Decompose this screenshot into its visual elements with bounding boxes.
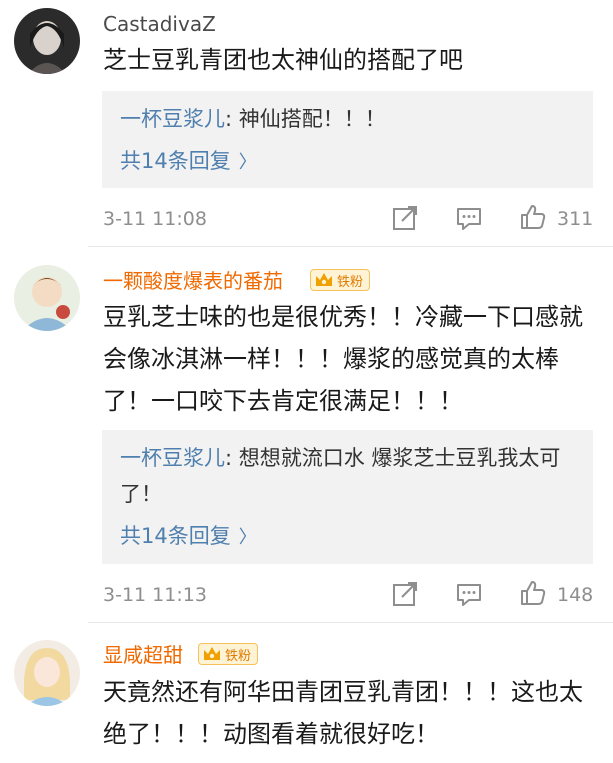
avatar-image: [14, 265, 80, 331]
crown-icon: [204, 647, 220, 660]
avatar-image: [14, 640, 80, 706]
comment-time: 3-11 11:08: [103, 208, 207, 230]
fan-badge-label: 铁粉: [337, 274, 364, 290]
comment-time: 3-11 11:13: [103, 584, 207, 606]
avatar[interactable]: [14, 265, 80, 331]
share-icon[interactable]: [391, 204, 419, 232]
reply-username[interactable]: 一杯豆浆儿: [120, 107, 225, 131]
comment-icon[interactable]: [455, 205, 483, 233]
reply-preview[interactable]: 一杯豆浆儿: 想想就流口水 爆浆芝士豆乳我太可了！ 共14条回复〉: [102, 430, 593, 564]
reply-username[interactable]: 一杯豆浆儿: [120, 446, 225, 470]
avatar-image: [14, 8, 80, 74]
view-replies-link[interactable]: 共14条回复〉: [120, 143, 575, 181]
chevron-right-icon: 〉: [238, 527, 257, 548]
thumbs-up-icon[interactable]: [519, 579, 547, 607]
chevron-right-icon: 〉: [238, 152, 257, 173]
share-icon[interactable]: [391, 580, 419, 608]
view-replies-link[interactable]: 共14条回复〉: [120, 518, 575, 556]
reply-text: 神仙搭配！！！: [232, 107, 386, 131]
reply-line: 一杯豆浆儿: 神仙搭配！！！: [120, 101, 575, 137]
comment-item: CastadivaZ 芝士豆乳青团也太神仙的搭配了吧 一杯豆浆儿: 神仙搭配！！…: [0, 0, 613, 246]
like-count: 311: [557, 208, 594, 230]
fan-badge-label: 铁粉: [225, 648, 252, 664]
username[interactable]: 一颗酸度爆表的番茄: [103, 268, 283, 294]
fan-badge: 铁粉: [198, 643, 259, 665]
comment-text: 豆乳芝士味的也是很优秀！！冷藏一下口感就会像冰淇淋一样！！！爆浆的感觉真的太棒了…: [103, 303, 583, 415]
comment-text: 天竟然还有阿华田青团豆乳青团！！！这也太绝了！！！动图看着就很好吃！: [103, 678, 583, 748]
comment-text: 芝士豆乳青团也太神仙的搭配了吧: [103, 46, 463, 74]
view-replies-label: 共14条回复: [120, 524, 231, 548]
like-count: 148: [557, 584, 594, 606]
reply-preview[interactable]: 一杯豆浆儿: 神仙搭配！！！ 共14条回复〉: [102, 91, 593, 188]
username[interactable]: 显咸超甜: [103, 642, 183, 668]
username[interactable]: CastadivaZ: [103, 11, 216, 37]
thumbs-up-icon[interactable]: [519, 203, 547, 231]
comment-feed: CastadivaZ 芝士豆乳青团也太神仙的搭配了吧 一杯豆浆儿: 神仙搭配！！…: [0, 0, 613, 763]
avatar[interactable]: [14, 640, 80, 706]
comment-item: 显咸超甜 铁粉 天竟然还有阿华田青团豆乳青团！！！这也太绝了！！！动图看着就很好…: [0, 623, 613, 763]
avatar[interactable]: [14, 8, 80, 74]
view-replies-label: 共14条回复: [120, 149, 231, 173]
comment-item: 一颗酸度爆表的番茄 铁粉 豆乳芝士味的也是很优秀！！冷藏一下口感就会像冰淇淋一样…: [0, 247, 613, 622]
comment-icon[interactable]: [455, 581, 483, 609]
crown-icon: [316, 273, 332, 286]
reply-line: 一杯豆浆儿: 想想就流口水 爆浆芝士豆乳我太可了！: [120, 440, 575, 512]
fan-badge: 铁粉: [310, 269, 371, 291]
